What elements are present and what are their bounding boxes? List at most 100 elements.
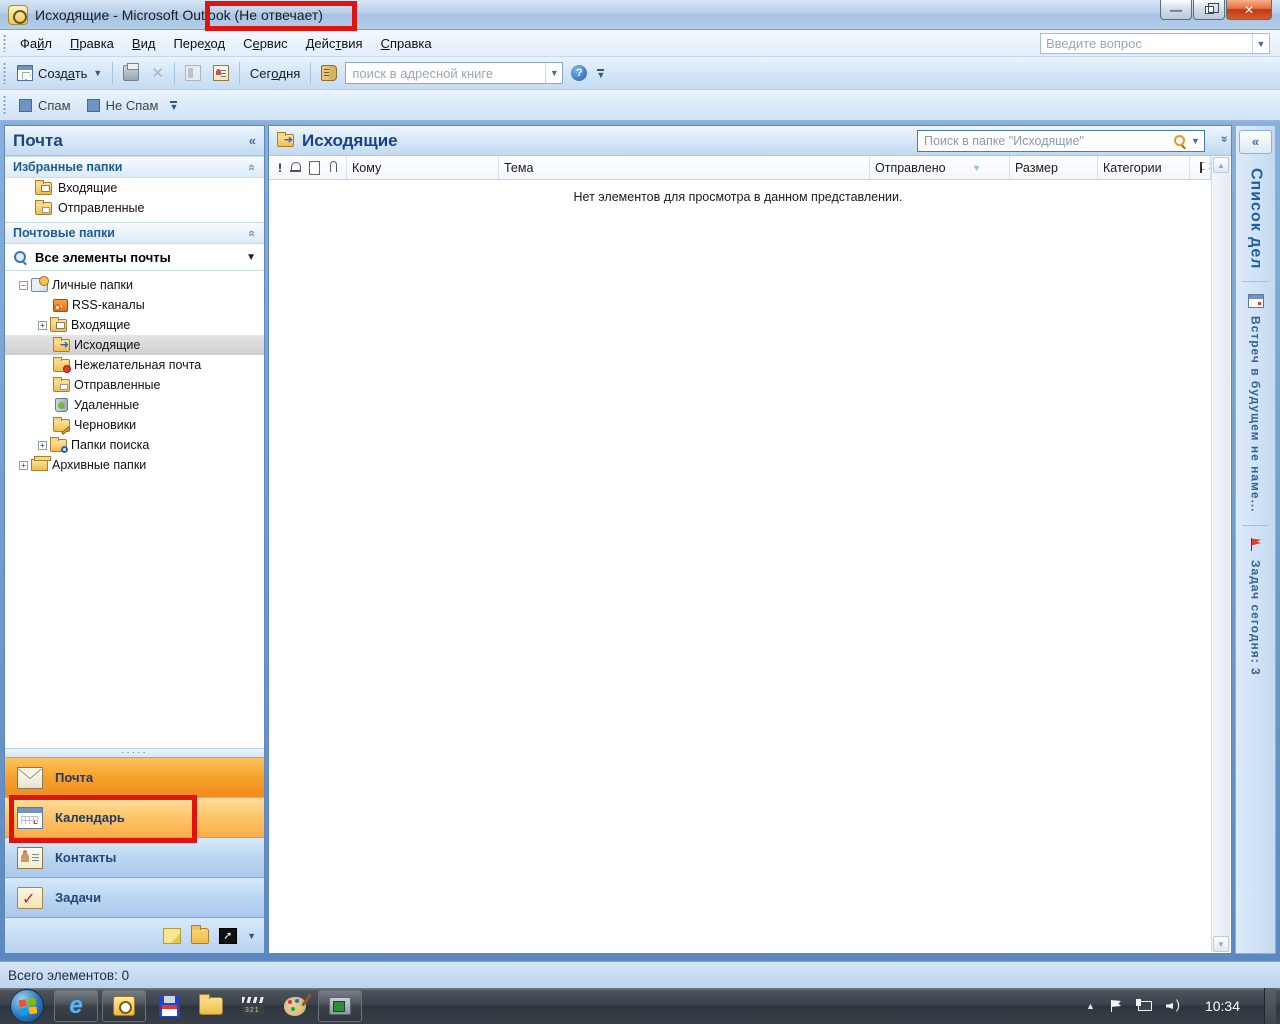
todo-bar-title[interactable]: Список дел [1247,168,1265,269]
volume-icon[interactable] [1166,999,1181,1013]
address-book-button[interactable] [207,60,235,86]
tree-item-inbox[interactable]: + Входящие [5,315,264,335]
deleted-items-icon [55,398,68,412]
show-desktop-button[interactable] [1264,988,1276,1024]
tree-item-rss[interactable]: RSS-каналы [5,295,264,315]
minimize-button[interactable]: — [1160,0,1192,20]
collapse-expander-icon[interactable]: − [19,281,28,290]
ask-question-dropdown-icon[interactable]: ▼ [1252,34,1269,53]
show-hidden-icons-icon[interactable]: ▲ [1086,1001,1095,1011]
menu-file[interactable]: Файл [11,33,61,54]
action-center-icon[interactable] [1109,999,1122,1013]
vertical-scrollbar[interactable]: ▲ ▼ [1211,157,1230,952]
new-item-button[interactable]: Создать ▼ [11,60,108,86]
column-categories[interactable]: Категории [1098,156,1190,179]
expand-todo-bar-icon[interactable]: « [1239,130,1272,154]
ask-question-combo[interactable]: ▼ [1040,33,1270,54]
ask-question-input[interactable] [1041,36,1252,51]
reading-pane-button[interactable] [179,60,207,86]
collapse-section-icon[interactable]: « [245,229,260,236]
nav-small-buttons-row: ▼ [5,917,264,953]
column-flag[interactable] [1190,156,1211,179]
expand-expander-icon[interactable]: + [38,321,47,330]
nav-buttons-splitter[interactable]: ····· [5,748,264,757]
mail-folders-section-header[interactable]: Почтовые папки « [5,222,264,244]
tree-item-junk[interactable]: Нежелательная почта [5,355,264,375]
new-item-icon [17,65,33,81]
menu-help[interactable]: Справка [372,33,441,54]
taskbar-paint-shortcut[interactable] [276,990,314,1022]
message-list-body[interactable]: Нет элементов для просмотра в данном пре… [269,180,1231,953]
tree-item-personal-folders[interactable]: − Личные папки [5,275,264,295]
collapse-nav-pane-icon[interactable]: « [249,133,256,148]
column-sent[interactable]: Отправлено▼ [870,156,1010,179]
menu-actions[interactable]: Действия [297,33,372,54]
restore-button[interactable] [1193,0,1225,20]
nav-button-mail[interactable]: Почта [5,757,264,797]
taskbar-internet-explorer[interactable]: e [54,990,98,1022]
nav-button-contacts[interactable]: Контакты [5,837,264,877]
todo-tasks-label[interactable]: Задач сегодня: 3 [1249,560,1263,676]
outbox-folder-icon: ➜ [277,134,294,147]
column-to[interactable]: Кому [347,156,499,179]
menu-edit[interactable]: Правка [61,33,123,54]
search-options-dropdown-icon[interactable]: ▼ [1187,131,1204,151]
icon-columns[interactable]: ! [269,156,347,179]
tree-item-archive-folders[interactable]: + Архивные папки [5,455,264,475]
address-search-combo[interactable]: ▼ [345,62,563,84]
tree-item-deleted[interactable]: Удаленные [5,395,264,415]
favorites-section-header[interactable]: Избранные папки « [5,156,264,178]
folder-list-icon[interactable] [191,928,209,944]
toolbar-grip[interactable] [3,34,6,52]
tree-item-outbox[interactable]: ➜ Исходящие [5,335,264,355]
tree-item-search-folders[interactable]: + Папки поиска [5,435,264,455]
menu-tools[interactable]: Сервис [234,33,297,54]
menu-go[interactable]: Переход [164,33,234,54]
taskbar-save-shortcut[interactable] [150,990,188,1022]
scroll-down-icon[interactable]: ▼ [1213,936,1229,952]
contacts-book-button[interactable] [315,60,343,86]
all-mail-dropdown-icon[interactable]: ▼ [246,252,256,263]
instant-search-input[interactable] [918,134,1174,148]
toolbar-grip[interactable] [3,95,6,116]
address-search-input[interactable] [346,66,545,81]
taskbar-clock[interactable]: 10:34 [1205,998,1240,1014]
notes-icon[interactable] [163,928,181,944]
taskbar-explorer-shortcut[interactable] [192,990,230,1022]
address-search-dropdown-icon[interactable]: ▼ [545,63,562,83]
column-size[interactable]: Размер [1010,156,1098,179]
todo-appointments-label[interactable]: Встреч в будущем не наме... [1249,316,1263,513]
favorite-folder-sent[interactable]: Отправленные [5,198,264,218]
expand-expander-icon[interactable]: + [38,441,47,450]
all-mail-items-selector[interactable]: Все элементы почты ▼ [5,244,264,271]
favorite-folder-inbox[interactable]: Входящие [5,178,264,198]
scroll-up-icon[interactable]: ▲ [1213,157,1229,173]
shortcuts-icon[interactable] [219,928,237,944]
delete-button[interactable]: ✕ [145,60,170,86]
network-icon[interactable] [1136,999,1152,1013]
spam-button[interactable]: Спам [11,92,79,118]
expand-search-icon[interactable]: « [1217,136,1231,143]
menu-view[interactable]: Вид [123,33,165,54]
column-subject[interactable]: Тема [499,156,870,179]
instant-search-box[interactable]: ▼ [917,130,1205,152]
tree-item-drafts[interactable]: Черновики [5,415,264,435]
print-button[interactable] [117,60,145,86]
toolbar-grip[interactable] [3,62,6,84]
not-spam-button[interactable]: Не Спам [79,92,167,118]
collapse-section-icon[interactable]: « [245,163,260,170]
start-button[interactable] [10,989,44,1023]
address-book-icon [321,65,337,81]
taskbar-viewer-app[interactable] [318,990,362,1022]
tree-item-sent[interactable]: Отправленные [5,375,264,395]
taskbar-outlook[interactable] [102,990,146,1022]
help-button[interactable]: ? [565,60,593,86]
nav-button-tasks[interactable]: Задачи [5,877,264,917]
close-button[interactable]: ✕ [1226,0,1272,20]
toolbar-overflow-button[interactable]: ▼ [593,61,608,85]
configure-buttons-icon[interactable]: ▼ [247,931,256,941]
toolbar-overflow-button[interactable]: ▼ [166,93,181,117]
today-button[interactable]: Сегодня [244,60,306,86]
expand-expander-icon[interactable]: + [19,461,28,470]
taskbar-movie-maker-shortcut[interactable] [234,990,272,1022]
